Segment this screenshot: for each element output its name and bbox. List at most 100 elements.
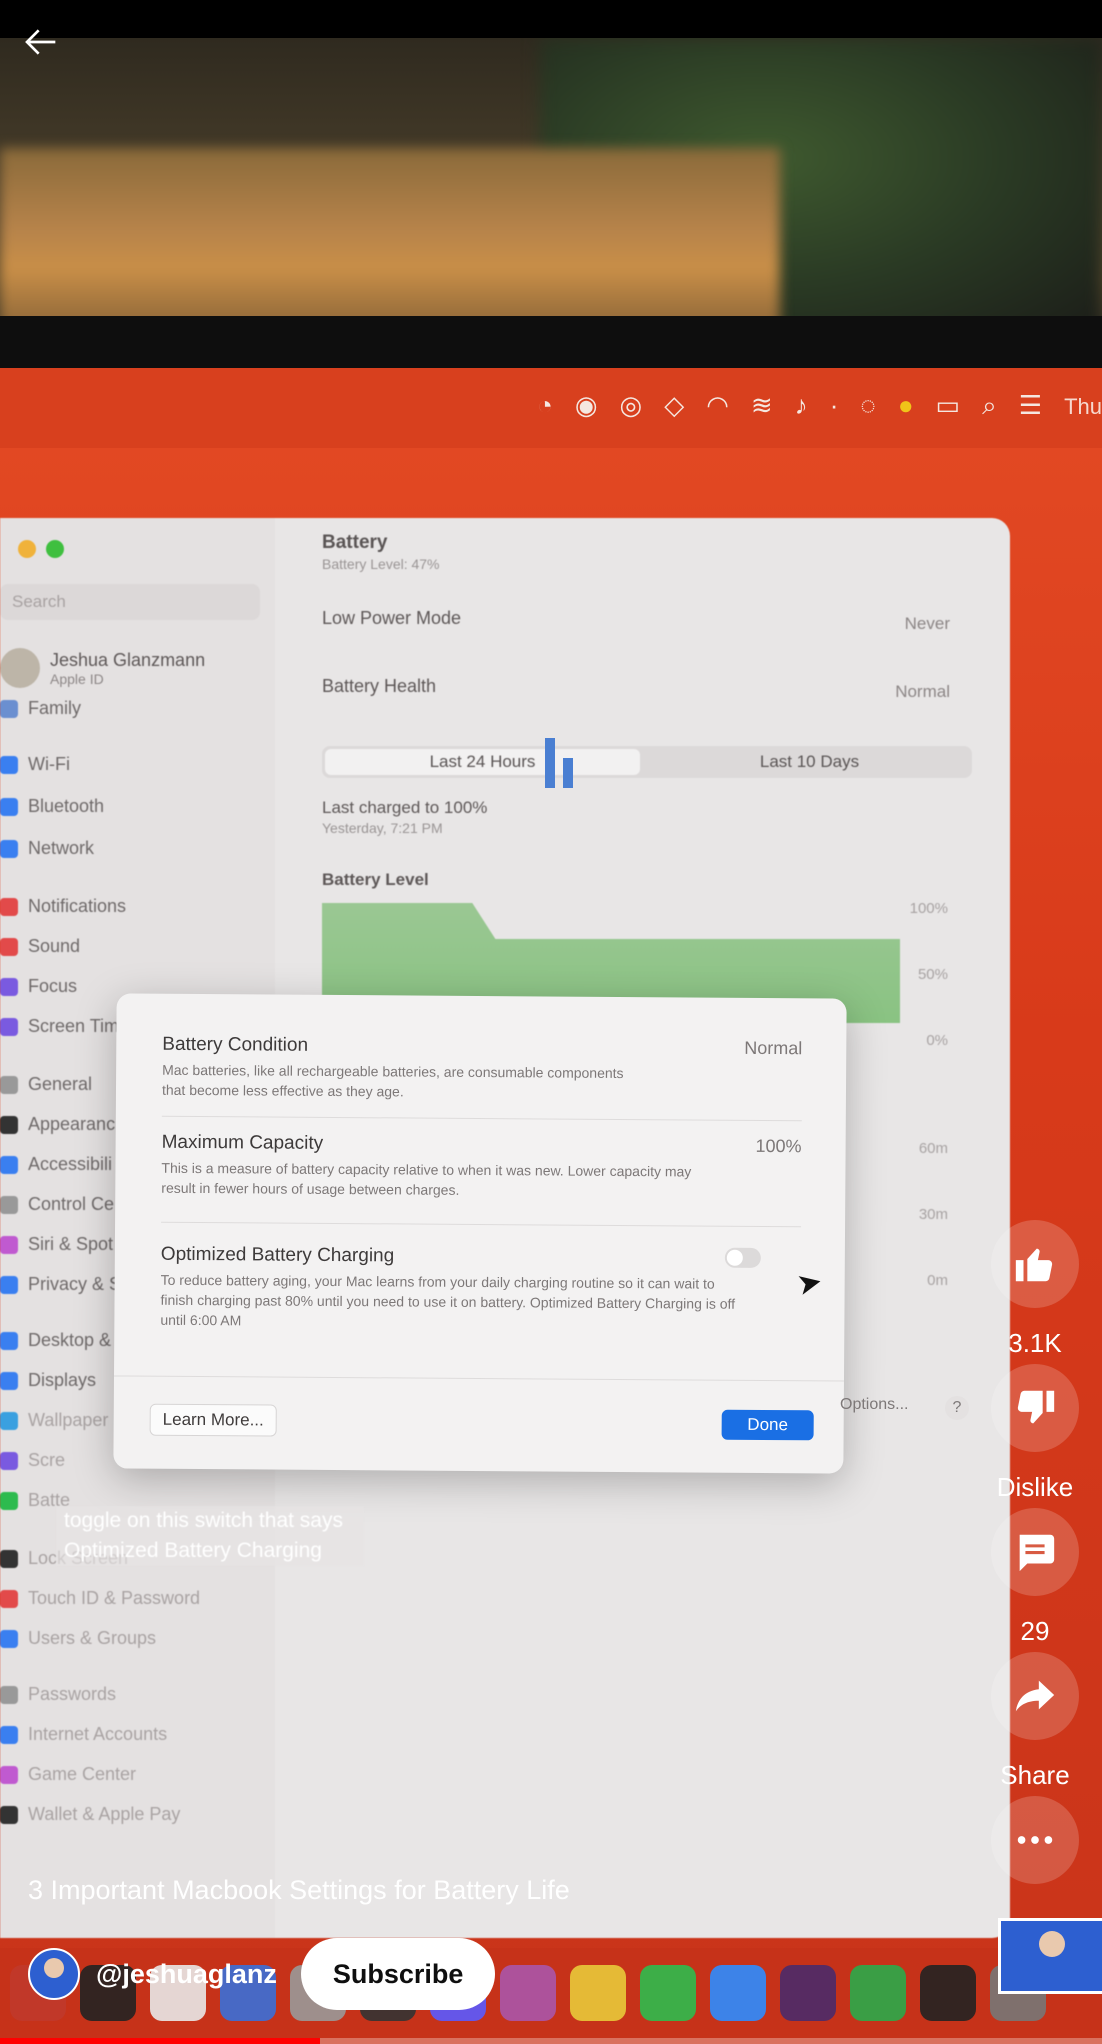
sidebar-item[interactable]: Accessibili [0, 1154, 112, 1175]
battery-icon: ▭ [935, 390, 961, 420]
divider [161, 1221, 802, 1228]
channel-name[interactable]: @jeshuaglanz [96, 1959, 277, 1990]
done-button[interactable]: Done [721, 1409, 814, 1441]
apple-id-row[interactable]: Jeshua Glanzmann Apple ID [0, 648, 205, 688]
dislike-icon[interactable] [991, 1364, 1079, 1452]
sidebar-item[interactable]: General [0, 1074, 92, 1095]
comment-count: 29 [1020, 1616, 1050, 1646]
maximum-capacity-value: 100% [755, 1135, 802, 1157]
sidebar-item-icon [0, 1491, 18, 1510]
comment-icon[interactable] [991, 1508, 1079, 1596]
battery-health-value: Normal [895, 682, 950, 701]
video-player[interactable]: ◔ ◉ ◎ ◇ ◠ ≋ ♪ · ◌ ● ▭ ⌕ ☰ Thu Search Jes… [0, 38, 1102, 2044]
sidebar-item[interactable]: Desktop & [0, 1330, 111, 1351]
sidebar-item-label: Notifications [28, 896, 127, 916]
sidebar-item-icon [0, 1629, 18, 1648]
sidebar-item[interactable]: Passwords [0, 1684, 116, 1705]
sidebar-item-label: Bluetooth [28, 796, 105, 816]
more-icon[interactable] [991, 1796, 1079, 1884]
maximum-capacity-row: Maximum Capacity 100% This is a measure … [161, 1132, 801, 1202]
sidebar-item-label: Game Center [28, 1764, 137, 1784]
user-name: Jeshua Glanzmann [50, 649, 206, 670]
menubar-dot-icon: · [829, 390, 839, 420]
sidebar-item[interactable]: Screen Tim [0, 1016, 119, 1037]
learn-more-button[interactable]: Learn More... [149, 1403, 277, 1437]
last-charged-time: Yesterday, 7:21 PM [322, 820, 443, 836]
axis-0m: 0m [927, 1272, 948, 1289]
low-power-select[interactable]: Never [905, 614, 950, 634]
sidebar-item-icon [0, 1805, 18, 1824]
wifi-icon: ◠ [706, 390, 729, 420]
tab-last-24-hours[interactable]: Last 24 Hours [325, 749, 640, 775]
sidebar-item[interactable]: Touch ID & Password [0, 1588, 200, 1609]
sidebar-item-label: Wallpaper [28, 1410, 109, 1430]
sidebar-item-icon [0, 1331, 18, 1350]
channel-thumbnail[interactable] [998, 1918, 1102, 1994]
sidebar-item[interactable]: Game Center [0, 1764, 136, 1785]
sidebar-item[interactable]: Wallet & Apple Pay [0, 1804, 180, 1825]
options-button[interactable]: Options... [840, 1396, 908, 1414]
sidebar-item[interactable]: Siri & Spot [0, 1234, 113, 1255]
sidebar-item[interactable]: Appearanc [0, 1114, 115, 1135]
control-center-icon: ☰ [1018, 390, 1042, 420]
sidebar-item[interactable]: Users & Groups [0, 1628, 156, 1649]
help-button[interactable]: ? [945, 1396, 969, 1420]
sidebar-item-icon [0, 797, 18, 816]
menubar-tag-icon: ◇ [664, 390, 685, 420]
channel-row: @jeshuaglanz Subscribe [28, 1938, 496, 2010]
sidebar-item[interactable]: Wi-Fi [0, 754, 70, 775]
sidebar-item-icon [0, 1075, 18, 1094]
tab-last-10-days[interactable]: Last 10 Days [652, 749, 967, 775]
video-title[interactable]: 3 Important Macbook Settings for Battery… [28, 1875, 570, 1906]
sidebar-item[interactable]: Privacy & S [0, 1274, 121, 1295]
zoom-button[interactable] [46, 540, 64, 558]
video-caption: toggle on this switch that says Optimize… [56, 1506, 364, 1566]
dock-whatsapp-icon [640, 1965, 696, 2021]
sidebar-item[interactable]: Family [0, 698, 81, 719]
sidebar-item[interactable]: Notifications [0, 896, 126, 917]
menubar-record-icon: ◉ [574, 390, 598, 420]
sidebar-item[interactable]: Sound [0, 936, 80, 957]
share-action[interactable]: Share [991, 1652, 1079, 1791]
channel-avatar[interactable] [28, 1948, 80, 2000]
range-segmented-control: Last 24 Hours Last 10 Days [322, 746, 972, 778]
sidebar-item-label: General [28, 1074, 93, 1094]
comment-action[interactable]: 29 [991, 1508, 1079, 1647]
sidebar-item[interactable]: Scre [0, 1450, 65, 1471]
sidebar-item-label: Control Ce [28, 1194, 115, 1214]
optimized-charging-toggle[interactable] [724, 1247, 761, 1268]
video-progress-bar[interactable] [0, 2038, 1102, 2044]
subscribe-button[interactable]: Subscribe [300, 1938, 496, 2010]
like-action[interactable]: 3.1K [991, 1220, 1079, 1359]
back-arrow-icon[interactable] [22, 22, 70, 70]
divider [113, 1375, 844, 1382]
share-icon[interactable] [991, 1652, 1079, 1740]
like-icon[interactable] [991, 1220, 1079, 1308]
sidebar-item[interactable]: Bluetooth [0, 796, 104, 817]
sidebar-item[interactable]: Control Ce [0, 1194, 114, 1215]
sidebar-item-label: Scre [28, 1450, 66, 1470]
menubar-yellow-icon: ● [897, 390, 914, 420]
dislike-label: Dislike [996, 1472, 1074, 1502]
sidebar-item[interactable]: Network [0, 838, 94, 859]
dislike-action[interactable]: Dislike [991, 1364, 1079, 1503]
sidebar-item[interactable]: Internet Accounts [0, 1724, 167, 1745]
sidebar-item-icon [0, 1685, 18, 1704]
low-power-label: Low Power Mode [322, 608, 462, 628]
battery-health-label: Battery Health [322, 676, 437, 696]
menubar-icons: ◔ ◉ ◎ ◇ ◠ ≋ ♪ · ◌ ● ▭ ⌕ ☰ [537, 390, 1042, 422]
divider [161, 1115, 802, 1122]
sidebar-item[interactable]: Focus [0, 976, 77, 997]
sidebar-item-icon [0, 1725, 18, 1744]
sidebar-item[interactable]: Wallpaper [0, 1410, 108, 1431]
axis-50: 50% [917, 966, 948, 983]
sidebar-item-label: Appearanc [28, 1114, 116, 1134]
more-action[interactable] [991, 1796, 1079, 1884]
optimized-charging-desc: To reduce battery aging, your Mac learns… [160, 1271, 736, 1329]
sidebar-search[interactable]: Search [0, 584, 260, 620]
sidebar-item[interactable]: Displays [0, 1370, 96, 1391]
sidebar-item-label: Siri & Spot [28, 1234, 114, 1254]
minimize-button[interactable] [18, 540, 36, 558]
sidebar-item-label: Users & Groups [28, 1628, 157, 1648]
mac-menubar: ◔ ◉ ◎ ◇ ◠ ≋ ♪ · ◌ ● ▭ ⌕ ☰ Thu [0, 368, 1102, 448]
